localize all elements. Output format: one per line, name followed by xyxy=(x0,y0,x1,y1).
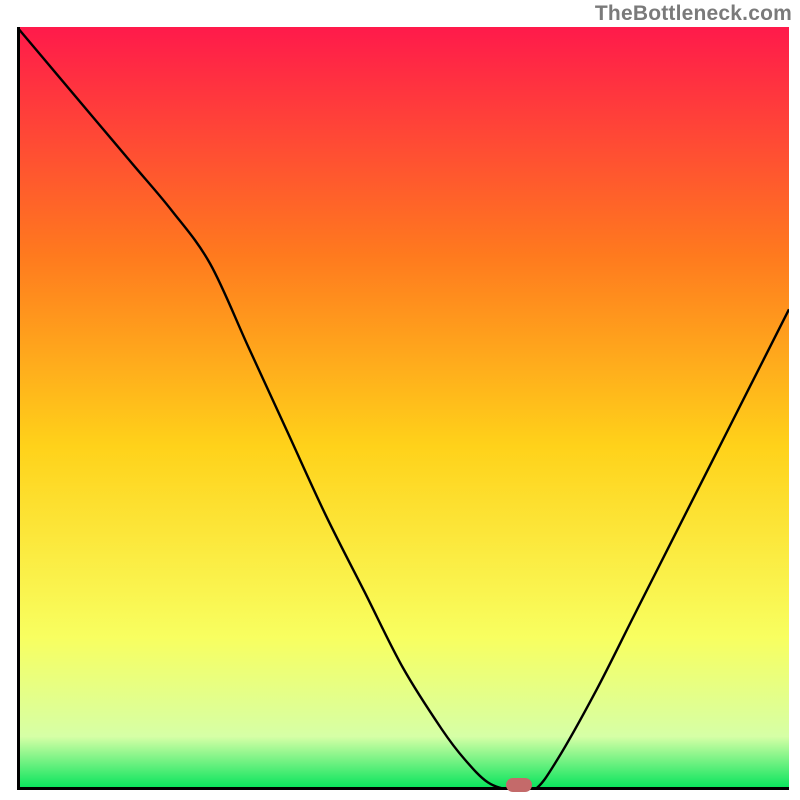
plot-area xyxy=(17,27,789,790)
bottleneck-chart: TheBottleneck.com xyxy=(0,0,800,800)
watermark-text: TheBottleneck.com xyxy=(595,2,792,26)
optimal-point-marker xyxy=(506,778,532,792)
curve-layer xyxy=(17,27,789,790)
bottleneck-curve xyxy=(17,27,789,790)
